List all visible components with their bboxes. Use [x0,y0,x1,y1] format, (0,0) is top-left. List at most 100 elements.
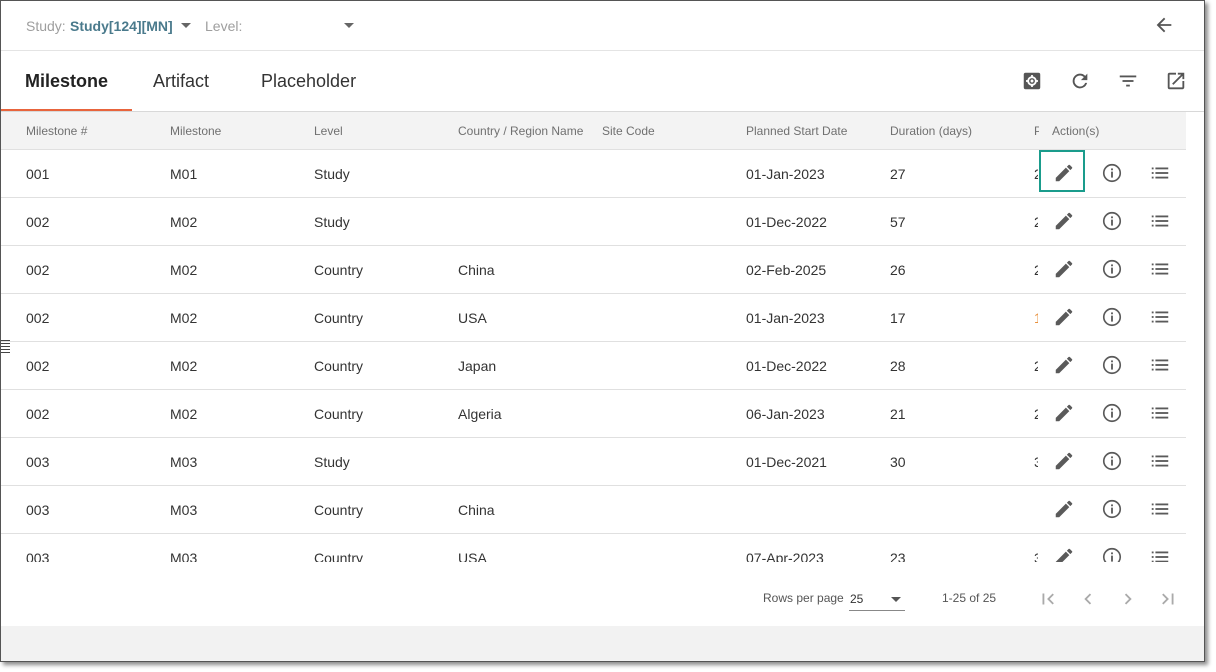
previous-page-icon[interactable] [1077,588,1099,610]
filter-icon[interactable] [1117,70,1139,92]
pagination-range: 1-25 of 25 [942,591,997,605]
filter-bar: Study: Study[124][MN] Level: [1,1,1204,51]
cell-level: Study [314,454,350,470]
list-icon[interactable] [1149,450,1171,472]
first-page-icon[interactable] [1037,588,1059,610]
back-arrow-icon[interactable] [1153,14,1175,36]
chevron-down-icon [891,597,901,602]
tab-placeholder[interactable]: Placeholder [237,51,380,109]
list-icon[interactable] [1149,258,1171,280]
cell-level: Country [314,502,364,518]
cell-milestone-number: 001 [26,166,50,182]
level-dropdown-icon[interactable] [344,23,354,28]
table-row[interactable]: 003 M03 Country USA 07-Apr-2023 23 3 [1,534,1186,562]
edit-icon[interactable] [1053,402,1075,424]
cell-milestone-number: 002 [26,262,50,278]
column-header-milestone-number[interactable]: Milestone # [26,124,87,138]
list-icon[interactable] [1149,402,1171,424]
cell-milestone: M02 [170,358,198,374]
cell-milestone-number: 003 [26,502,50,518]
info-icon[interactable] [1101,450,1123,472]
column-header-level[interactable]: Level [314,124,343,138]
last-page-icon[interactable] [1157,588,1179,610]
refresh-icon[interactable] [1069,70,1091,92]
cell-truncated: 2 [1034,406,1038,422]
cell-duration: 21 [890,406,906,422]
info-icon[interactable] [1101,306,1123,328]
cell-milestone: M03 [170,550,198,562]
column-header-planned-start[interactable]: Planned Start Date [746,124,847,138]
edit-icon[interactable] [1053,306,1075,328]
cell-planned-start: 06-Jan-2023 [746,406,825,422]
list-icon[interactable] [1149,354,1171,376]
list-icon[interactable] [1149,546,1171,562]
table-row[interactable]: 001 M01 Study 01-Jan-2023 27 2 [1,150,1186,198]
cell-duration: 26 [890,262,906,278]
cell-planned-start: 01-Dec-2022 [746,358,827,374]
table-row[interactable]: 002 M02 Country Algeria 06-Jan-2023 21 2 [1,390,1186,438]
cell-country: USA [458,310,487,326]
column-header-actions: Action(s) [1052,124,1100,138]
edit-icon[interactable] [1053,210,1075,232]
cell-duration: 23 [890,550,906,562]
cell-truncated: 1 [1034,310,1038,326]
edit-icon[interactable] [1053,498,1075,520]
cell-milestone: M02 [170,262,198,278]
settings-icon[interactable] [1021,70,1043,92]
list-icon[interactable] [1149,498,1171,520]
cell-milestone: M02 [170,406,198,422]
info-icon[interactable] [1101,498,1123,520]
column-header-truncated[interactable]: P [1034,124,1039,138]
info-icon[interactable] [1101,546,1123,562]
tab-milestone[interactable]: Milestone [1,51,133,111]
table-row[interactable]: 002 M02 Study 01-Dec-2022 57 2 [1,198,1186,246]
cell-truncated: 2 [1034,166,1038,182]
column-header-country[interactable]: Country / Region Name [458,124,583,138]
table-row[interactable]: 002 M02 Country China 02-Feb-2025 26 2 [1,246,1186,294]
info-icon[interactable] [1101,210,1123,232]
rows-per-page-label: Rows per page [763,591,844,605]
table-row[interactable]: 002 M02 Country USA 01-Jan-2023 17 1 [1,294,1186,342]
rows-per-page-select[interactable]: 25 [849,588,905,611]
cell-milestone: M02 [170,310,198,326]
cell-milestone-number: 002 [26,406,50,422]
cell-level: Country [314,262,364,278]
info-icon[interactable] [1101,162,1123,184]
cell-milestone-number: 003 [26,550,50,562]
cell-country: USA [458,550,487,562]
cell-duration: 17 [890,310,906,326]
study-filter-label: Study: [26,18,66,34]
cell-level: Study [314,166,350,182]
cell-milestone: M01 [170,166,198,182]
edit-icon[interactable] [1053,450,1075,472]
list-icon[interactable] [1149,210,1171,232]
edit-icon[interactable] [1053,258,1075,280]
table-row[interactable]: 002 M02 Country Japan 01-Dec-2022 28 2 [1,342,1186,390]
app-window: Study: Study[124][MN] Level: Milestone A… [0,0,1205,662]
info-icon[interactable] [1101,402,1123,424]
cell-level: Country [314,358,364,374]
list-icon[interactable] [1149,162,1171,184]
info-icon[interactable] [1101,354,1123,376]
cell-planned-start: 01-Jan-2023 [746,166,825,182]
edit-icon[interactable] [1053,546,1075,562]
edit-icon[interactable] [1053,354,1075,376]
table-row[interactable]: 003 M03 Study 01-Dec-2021 30 3 [1,438,1186,486]
info-icon[interactable] [1101,258,1123,280]
cell-milestone-number: 002 [26,310,50,326]
cell-truncated: 2 [1034,262,1038,278]
study-dropdown-icon[interactable] [181,23,191,28]
column-header-milestone[interactable]: Milestone [170,124,221,138]
list-icon[interactable] [1149,306,1171,328]
table-row[interactable]: 003 M03 Country China [1,486,1186,534]
column-header-site-code[interactable]: Site Code [602,124,655,138]
cell-level: Study [314,214,350,230]
next-page-icon[interactable] [1117,588,1139,610]
edit-icon[interactable] [1053,162,1075,184]
tab-artifact[interactable]: Artifact [129,51,233,109]
study-filter-value[interactable]: Study[124][MN] [70,18,173,34]
cell-milestone: M02 [170,214,198,230]
column-header-duration[interactable]: Duration (days) [890,124,972,138]
resize-handle-icon[interactable] [1,338,10,354]
open-external-icon[interactable] [1165,70,1187,92]
